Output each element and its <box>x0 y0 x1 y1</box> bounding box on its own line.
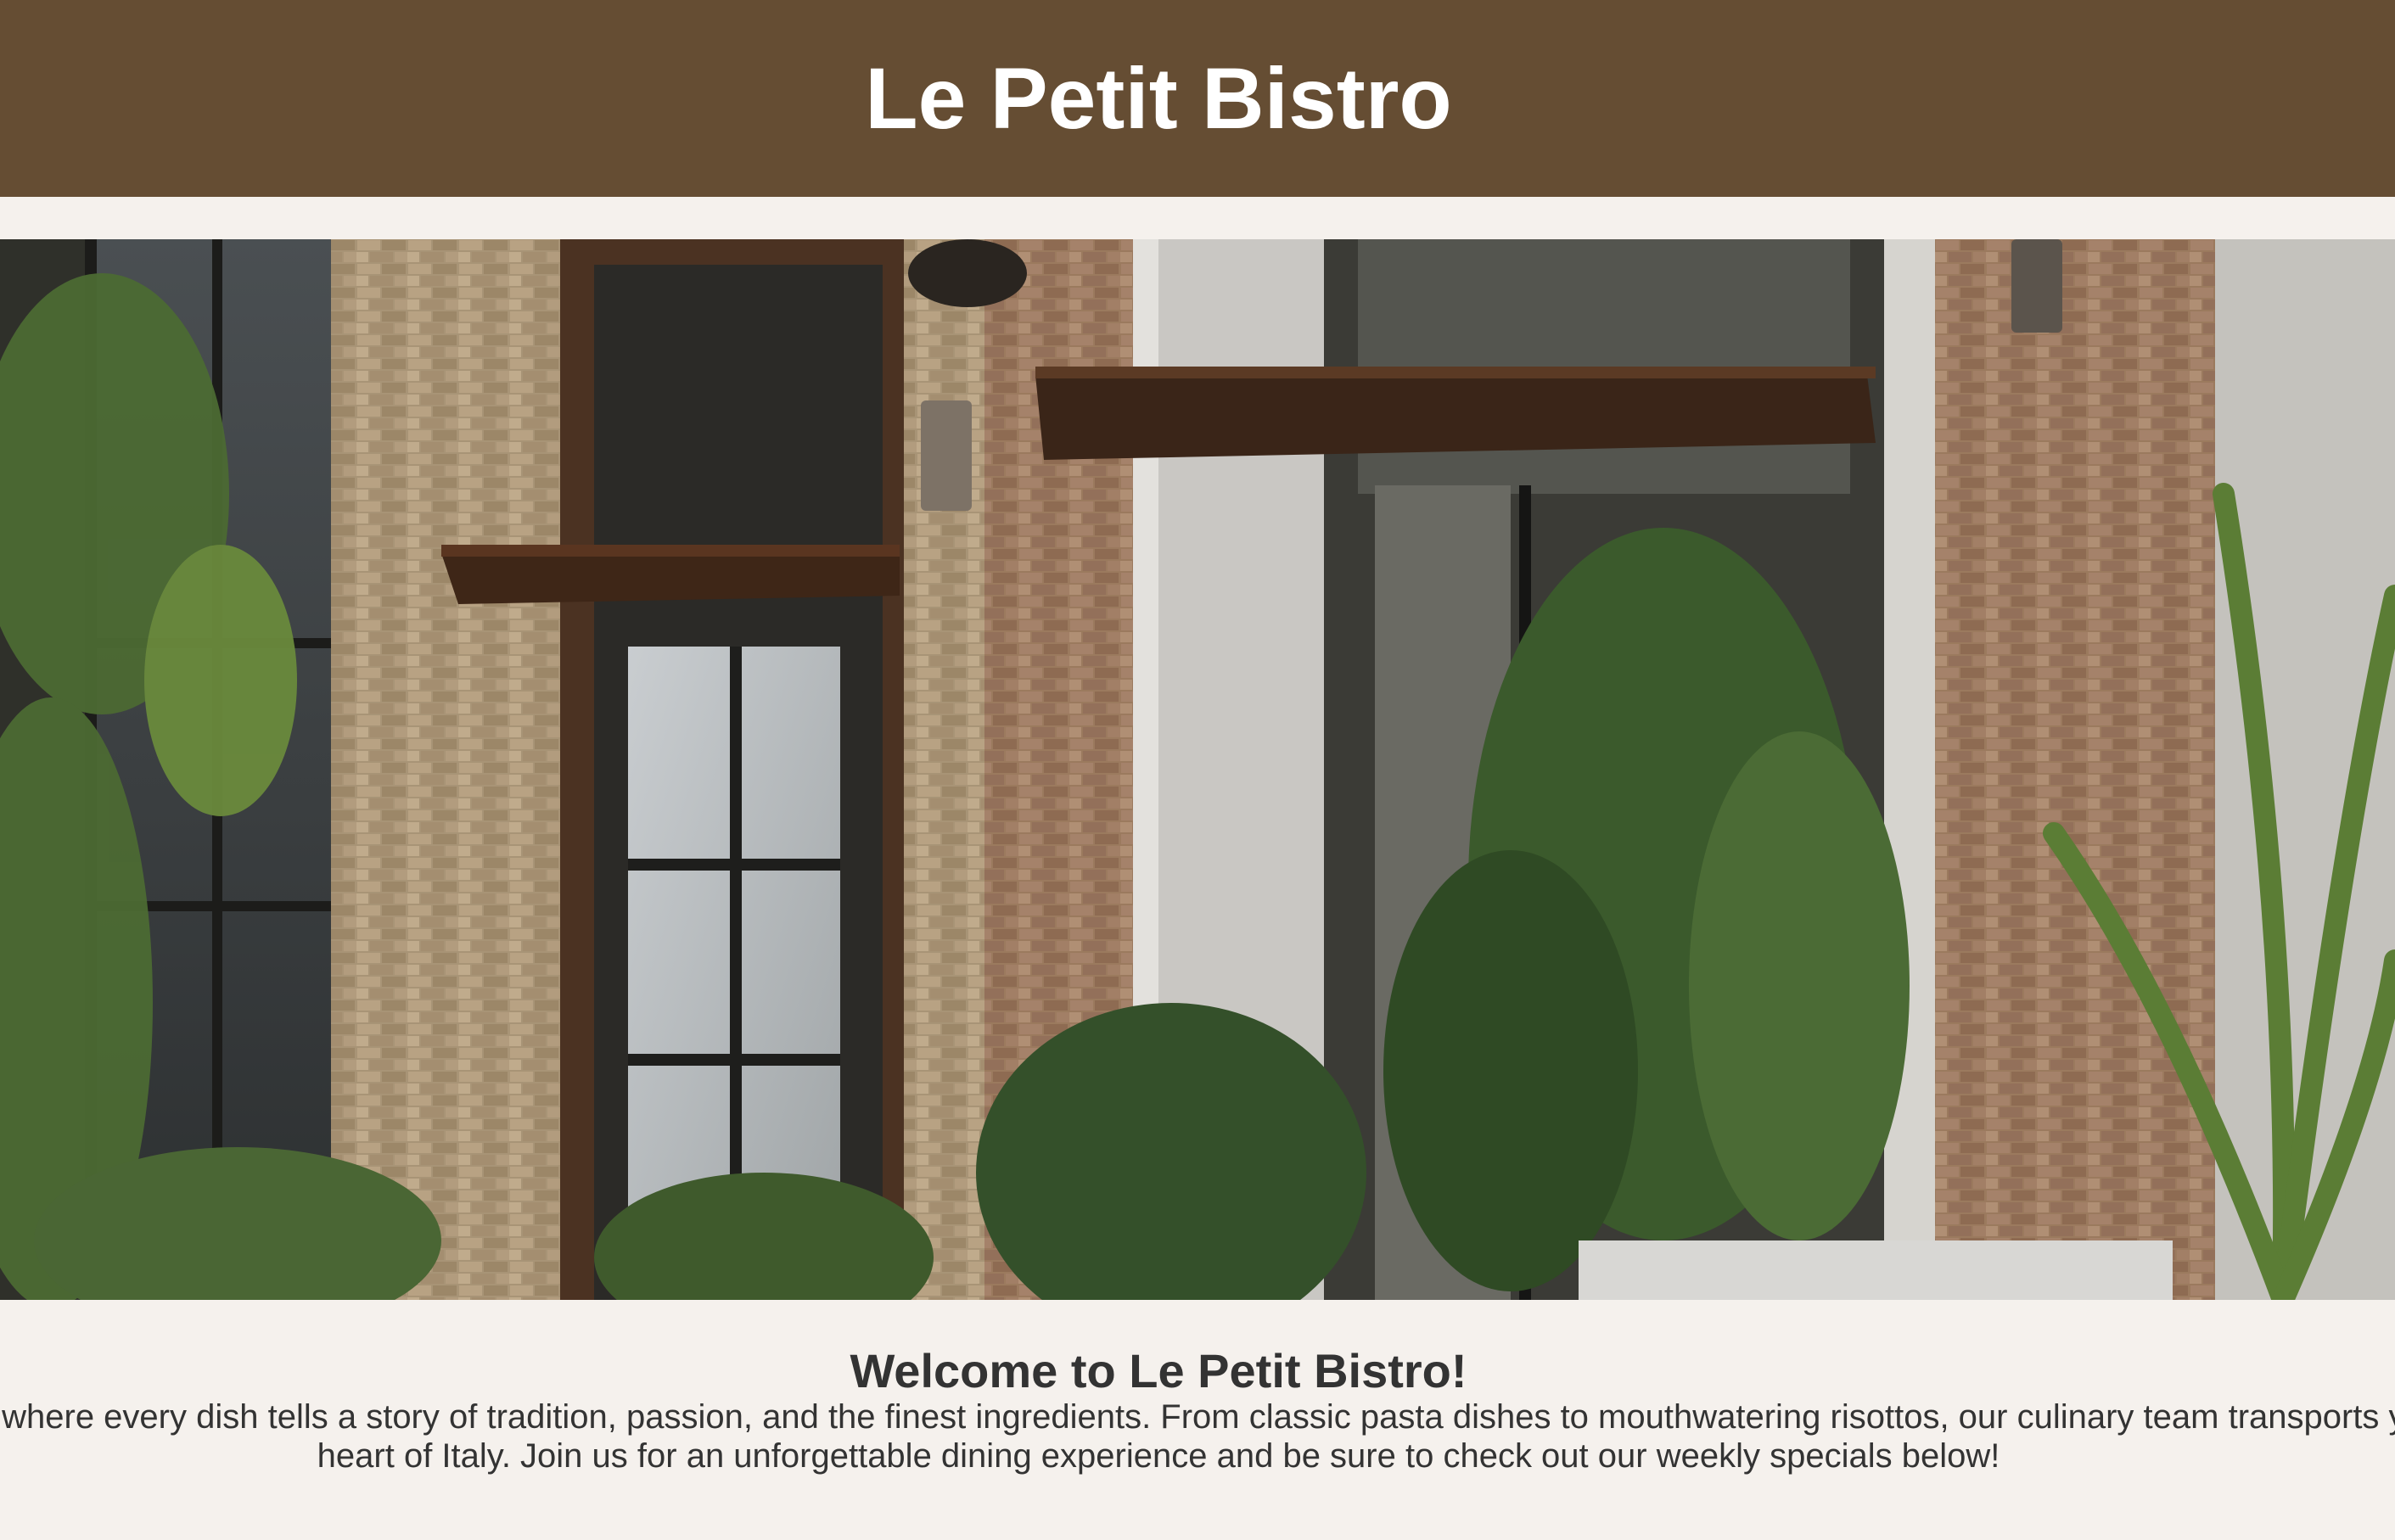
welcome-body: Discover an authentic Italian gem where … <box>0 1398 2395 1475</box>
site-title: Le Petit Bistro <box>865 50 1452 147</box>
hero-image <box>0 239 2395 1300</box>
welcome-section: Welcome to Le Petit Bistro! Discover an … <box>0 1336 2395 1540</box>
site-header: Le Petit Bistro <box>0 0 2395 197</box>
storefront-photo <box>0 239 2395 1300</box>
welcome-heading: Welcome to Le Petit Bistro! <box>850 1344 1467 1397</box>
